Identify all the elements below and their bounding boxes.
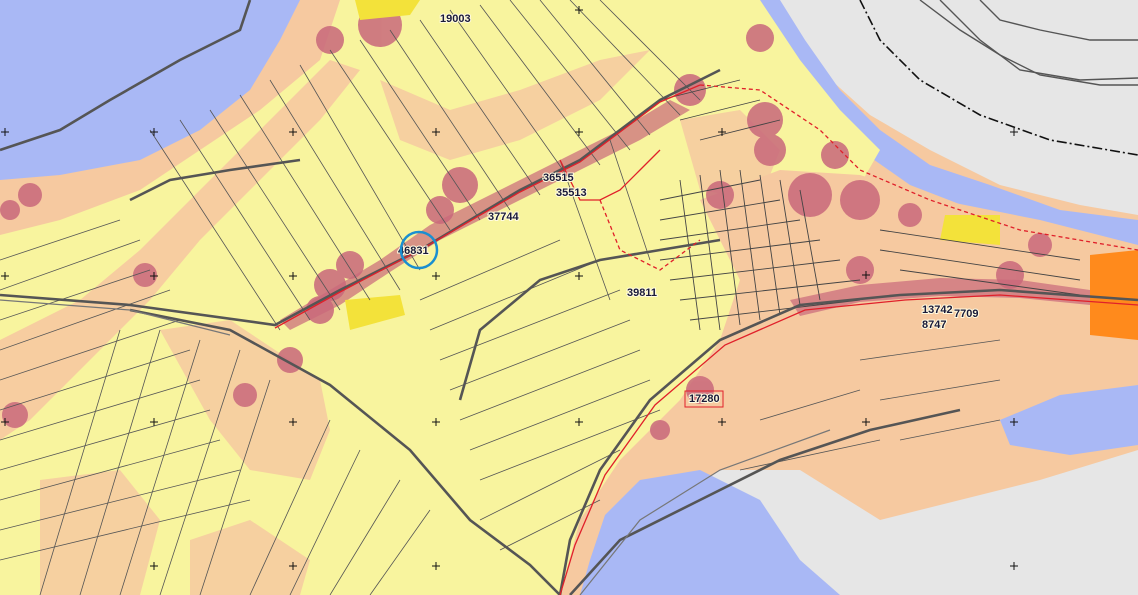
orange-zone — [1090, 250, 1138, 340]
parcel-label-36515[interactable]: 36515 — [542, 171, 575, 185]
parcel-label-13742[interactable]: 13742 — [921, 303, 954, 317]
parcel-label-37744[interactable]: 37744 — [487, 210, 520, 224]
map-canvas[interactable]: 19003 36515 35513 37744 46831 39811 1374… — [0, 0, 1138, 595]
parcel-label-39811[interactable]: 39811 — [626, 286, 658, 300]
parcel-label-8747[interactable]: 8747 — [921, 318, 947, 332]
parcel-label-17280[interactable]: 17280 — [688, 392, 721, 406]
parcel-label-7709[interactable]: 7709 — [953, 307, 979, 321]
map-view[interactable]: 19003 36515 35513 37744 46831 39811 1374… — [0, 0, 1138, 595]
parcel-label-35513[interactable]: 35513 — [555, 186, 588, 200]
parcel-label-19003[interactable]: 19003 — [439, 12, 472, 26]
